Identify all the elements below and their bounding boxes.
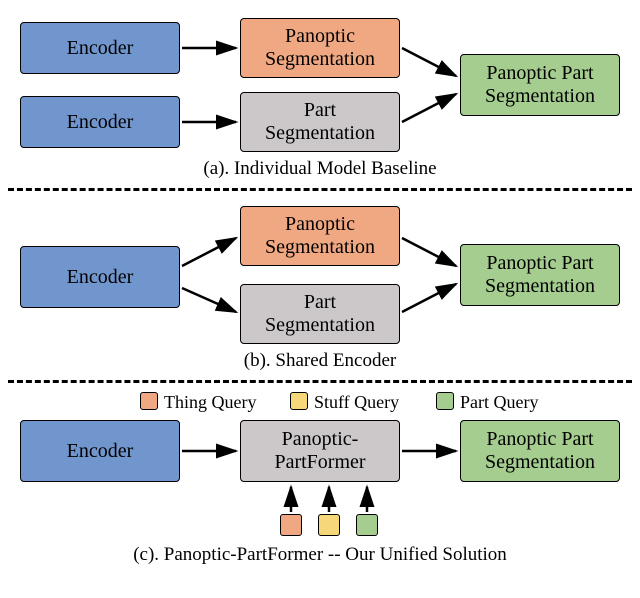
part-box-b: Part Segmentation <box>240 284 400 344</box>
partformer-label: Panoptic- PartFormer <box>274 428 365 474</box>
part-label: Part Segmentation <box>265 291 375 337</box>
result-label: Panoptic Part Segmentation <box>485 252 595 298</box>
result-label: Panoptic Part Segmentation <box>485 62 595 108</box>
caption-b: (b). Shared Encoder <box>0 350 640 372</box>
result-box-a: Panoptic Part Segmentation <box>460 54 620 116</box>
encoder-label: Encoder <box>67 266 134 289</box>
encoder-label: Encoder <box>67 440 134 463</box>
part-query-input <box>356 514 378 536</box>
panel-a: Encoder Encoder Panoptic Segmentation Pa… <box>0 0 640 195</box>
part-label: Part Segmentation <box>265 99 375 145</box>
thing-query-input <box>280 514 302 536</box>
caption-c: (c). Panoptic-PartFormer -- Our Unified … <box>0 544 640 566</box>
encoder-box-a2: Encoder <box>20 96 180 148</box>
panoptic-label: Panoptic Segmentation <box>265 25 375 71</box>
legend-thing-label: Thing Query <box>164 392 256 413</box>
result-box-c: Panoptic Part Segmentation <box>460 420 620 482</box>
divider-2 <box>8 380 632 383</box>
panoptic-box-a: Panoptic Segmentation <box>240 18 400 78</box>
encoder-label: Encoder <box>67 37 134 60</box>
result-label: Panoptic Part Segmentation <box>485 428 595 474</box>
panoptic-label: Panoptic Segmentation <box>265 213 375 259</box>
partformer-box: Panoptic- PartFormer <box>240 420 400 482</box>
result-box-b: Panoptic Part Segmentation <box>460 244 620 306</box>
encoder-box-a1: Encoder <box>20 22 180 74</box>
legend-part-label: Part Query <box>460 392 538 413</box>
legend-part-swatch <box>436 392 454 410</box>
part-box-a: Part Segmentation <box>240 92 400 152</box>
panel-c: Thing Query Stuff Query Part Query Encod… <box>0 388 640 598</box>
legend-thing-swatch <box>140 392 158 410</box>
caption-a: (a). Individual Model Baseline <box>0 158 640 180</box>
encoder-box-b: Encoder <box>20 246 180 308</box>
divider-1 <box>8 188 632 191</box>
legend-stuff-swatch <box>290 392 308 410</box>
encoder-label: Encoder <box>67 111 134 134</box>
panoptic-box-b: Panoptic Segmentation <box>240 206 400 266</box>
stuff-query-input <box>318 514 340 536</box>
panel-b: Encoder Panoptic Segmentation Part Segme… <box>0 196 640 386</box>
encoder-box-c: Encoder <box>20 420 180 482</box>
legend-stuff-label: Stuff Query <box>314 392 399 413</box>
